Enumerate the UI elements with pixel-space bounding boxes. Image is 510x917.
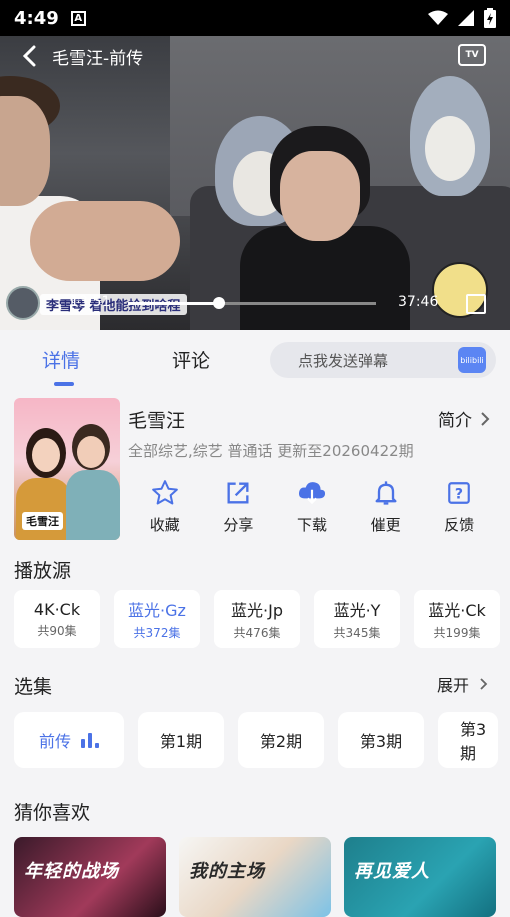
progress-handle[interactable]: [212, 297, 225, 309]
active-tab-indicator: [54, 382, 74, 386]
source-item[interactable]: 蓝光·Jp 共476集: [214, 590, 300, 648]
back-arrow-icon[interactable]: [22, 45, 36, 67]
expand-episodes-button[interactable]: 展开: [437, 672, 488, 696]
show-info: 毛雪汪 毛雪汪 简介 全部综艺,综艺 普通话 更新至20260422期 收藏 分…: [14, 398, 496, 540]
penguin-plush: [410, 76, 490, 196]
recommend-card[interactable]: 年轻的战场: [14, 837, 166, 917]
favorite-label: 收藏: [149, 516, 180, 534]
recommend-list: 年轻的战场 我的主场 再见爱人: [14, 837, 510, 917]
player-controls: 李雪琴 看他能捡到啥程 13:51 37:46: [0, 286, 510, 322]
bilibili-icon[interactable]: bilibili: [458, 347, 486, 373]
source-count: 共476集: [233, 626, 281, 640]
video-title: 毛雪汪-前传: [52, 48, 144, 69]
feedback-label: 反馈: [444, 516, 475, 534]
share-icon: [223, 478, 253, 508]
tab-bar: 详情 评论 点我发送弹幕 bilibili: [0, 330, 510, 390]
remind-button[interactable]: 催更: [349, 478, 423, 538]
episode-item[interactable]: 第2期: [238, 712, 324, 768]
show-meta: 全部综艺,综艺 普通话 更新至20260422期: [128, 442, 414, 460]
share-label: 分享: [223, 516, 254, 534]
source-name: 蓝光·Ck: [428, 601, 486, 620]
star-icon: [150, 478, 180, 508]
intro-button[interactable]: 简介: [438, 406, 490, 431]
episode-label: 第2期: [259, 732, 303, 751]
player-top-bar: 毛雪汪-前传: [0, 36, 510, 76]
recommend-card-title: 年轻的战场: [24, 861, 119, 882]
status-bar: 4:49 A: [0, 0, 510, 36]
source-count: 共90集: [37, 623, 77, 638]
feedback-button[interactable]: ? 反馈: [422, 478, 496, 538]
recommend-title: 猜你喜欢: [14, 802, 91, 824]
source-item[interactable]: 4K·Ck 共90集: [14, 590, 100, 648]
remind-label: 催更: [370, 516, 401, 534]
episode-item[interactable]: 第3期: [438, 712, 498, 768]
danmu-input[interactable]: 点我发送弹幕 bilibili: [270, 342, 496, 378]
tv-cast-icon[interactable]: TV: [458, 44, 486, 66]
source-count: 共199集: [433, 626, 481, 640]
source-name: 蓝光·Jp: [231, 601, 283, 620]
episode-item-playing[interactable]: 前传: [14, 712, 124, 768]
download-label: 下载: [296, 516, 327, 534]
duration: 37:46: [398, 294, 439, 310]
source-name: 蓝光·Y: [333, 601, 381, 620]
intro-label: 简介: [438, 411, 472, 431]
poster-label: 毛雪汪: [22, 512, 63, 530]
feedback-icon: ?: [444, 478, 474, 508]
tab-comments[interactable]: 评论: [172, 346, 210, 373]
current-time: 13:51: [70, 294, 111, 310]
fullscreen-icon[interactable]: [466, 294, 486, 314]
progress-bar[interactable]: [128, 297, 376, 309]
notification-badge: A: [70, 10, 86, 26]
recommend-card[interactable]: 再见爱人: [344, 837, 496, 917]
episode-label: 第3期: [460, 720, 487, 763]
download-button[interactable]: 下载: [275, 478, 349, 538]
source-list: 4K·Ck 共90集 蓝光·Gz 共372集 蓝光·Jp 共476集 蓝光·Y …: [14, 590, 510, 648]
download-icon: [297, 478, 327, 508]
svg-text:?: ?: [455, 486, 463, 502]
episode-item[interactable]: 第1期: [138, 712, 224, 768]
share-button[interactable]: 分享: [202, 478, 276, 538]
source-count: 共345集: [333, 626, 381, 640]
recommend-card-title: 我的主场: [189, 861, 265, 882]
sources-title: 播放源: [14, 560, 72, 582]
episode-list: 前传 第1期 第2期 第3期 第3期: [14, 712, 510, 768]
chevron-right-icon: [480, 678, 488, 690]
play-pause-button[interactable]: [6, 286, 40, 320]
detail-panel: 详情 评论 点我发送弹幕 bilibili 毛雪汪 毛雪汪 简介 全部综艺,综艺…: [0, 330, 510, 917]
wifi-icon: [428, 10, 448, 25]
danmu-placeholder: 点我发送弹幕: [298, 351, 389, 370]
chevron-right-icon: [481, 411, 490, 426]
source-item[interactable]: 蓝光·Ck 共199集: [414, 590, 500, 648]
action-row: 收藏 分享 下载 催更 ? 反馈: [128, 478, 496, 538]
status-time: 4:49: [14, 7, 59, 29]
signal-icon: [458, 10, 474, 26]
battery-icon: [484, 8, 496, 28]
source-item[interactable]: 蓝光·Y 共345集: [314, 590, 400, 648]
source-name: 4K·Ck: [33, 599, 81, 619]
show-title: 毛雪汪: [128, 410, 186, 432]
episodes-title: 选集: [14, 676, 53, 698]
recommend-card-title: 再见爱人: [354, 861, 430, 882]
bell-icon: [371, 478, 401, 508]
playing-indicator-icon: [81, 732, 99, 748]
source-item-selected[interactable]: 蓝光·Gz 共372集: [114, 590, 200, 648]
tab-details[interactable]: 详情: [42, 346, 80, 373]
episode-label: 第1期: [159, 732, 203, 751]
source-count: 共372集: [133, 626, 181, 640]
episode-label: 第3期: [359, 732, 403, 751]
status-icons: [428, 8, 496, 28]
progress-fill: [128, 302, 219, 305]
episode-label: 前传: [38, 732, 71, 751]
show-poster[interactable]: 毛雪汪: [14, 398, 120, 540]
source-name: 蓝光·Gz: [128, 601, 186, 620]
recommend-card[interactable]: 我的主场: [179, 837, 331, 917]
episode-item[interactable]: 第3期: [338, 712, 424, 768]
expand-label: 展开: [436, 676, 469, 695]
favorite-button[interactable]: 收藏: [128, 478, 202, 538]
